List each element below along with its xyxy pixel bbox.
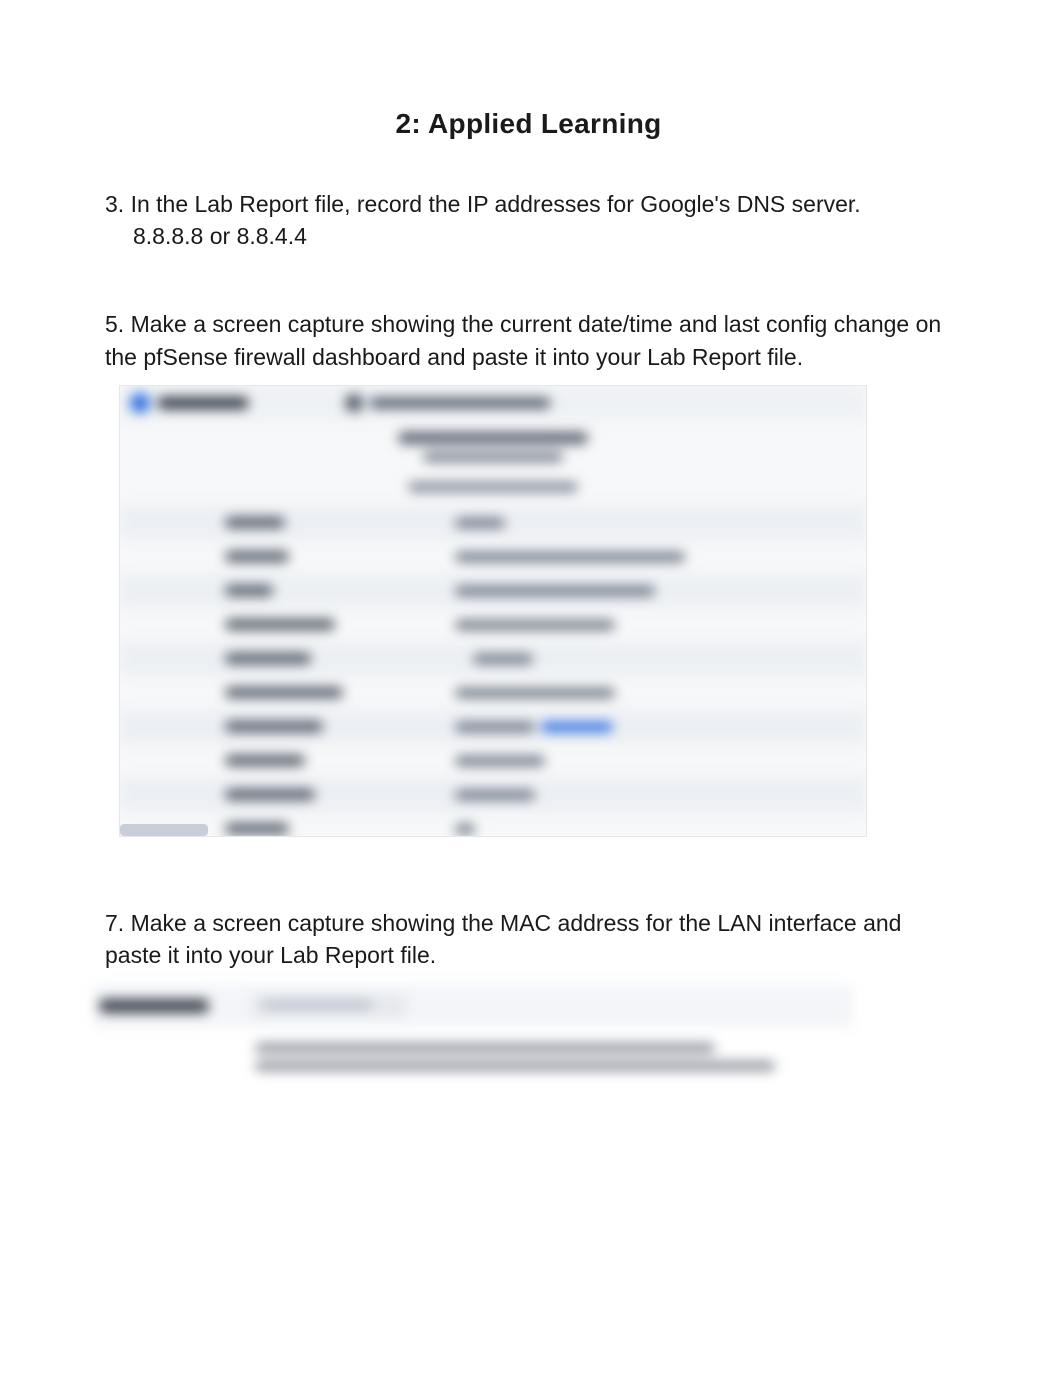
question-3-answer: 8.8.8.8 or 8.8.4.4 [105,220,952,252]
help-text [255,1043,715,1053]
lock-icon [346,395,362,411]
header-text [408,482,578,492]
question-5: 5. Make a screen capture showing the cur… [105,308,952,836]
help-text [255,1061,775,1071]
header-text [423,452,563,462]
mac-address-label [99,999,209,1013]
question-7: 7. Make a screen capture showing the MAC… [105,907,952,1105]
mac-address-screenshot [93,985,853,1105]
scrollbar [120,824,208,836]
mac-address-field [253,995,405,1017]
question-3: 3. In the Lab Report file, record the IP… [105,188,952,252]
question-7-prompt: 7. Make a screen capture showing the MAC… [105,907,952,971]
browser-tab [158,397,248,409]
section-title: 2: Applied Learning [105,108,952,140]
header-text [398,432,588,444]
address-bar [370,398,550,408]
pfsense-dashboard-screenshot [119,385,867,837]
browser-icon [130,393,150,413]
question-5-prompt: 5. Make a screen capture showing the cur… [105,308,952,372]
question-3-prompt: 3. In the Lab Report file, record the IP… [105,188,952,220]
